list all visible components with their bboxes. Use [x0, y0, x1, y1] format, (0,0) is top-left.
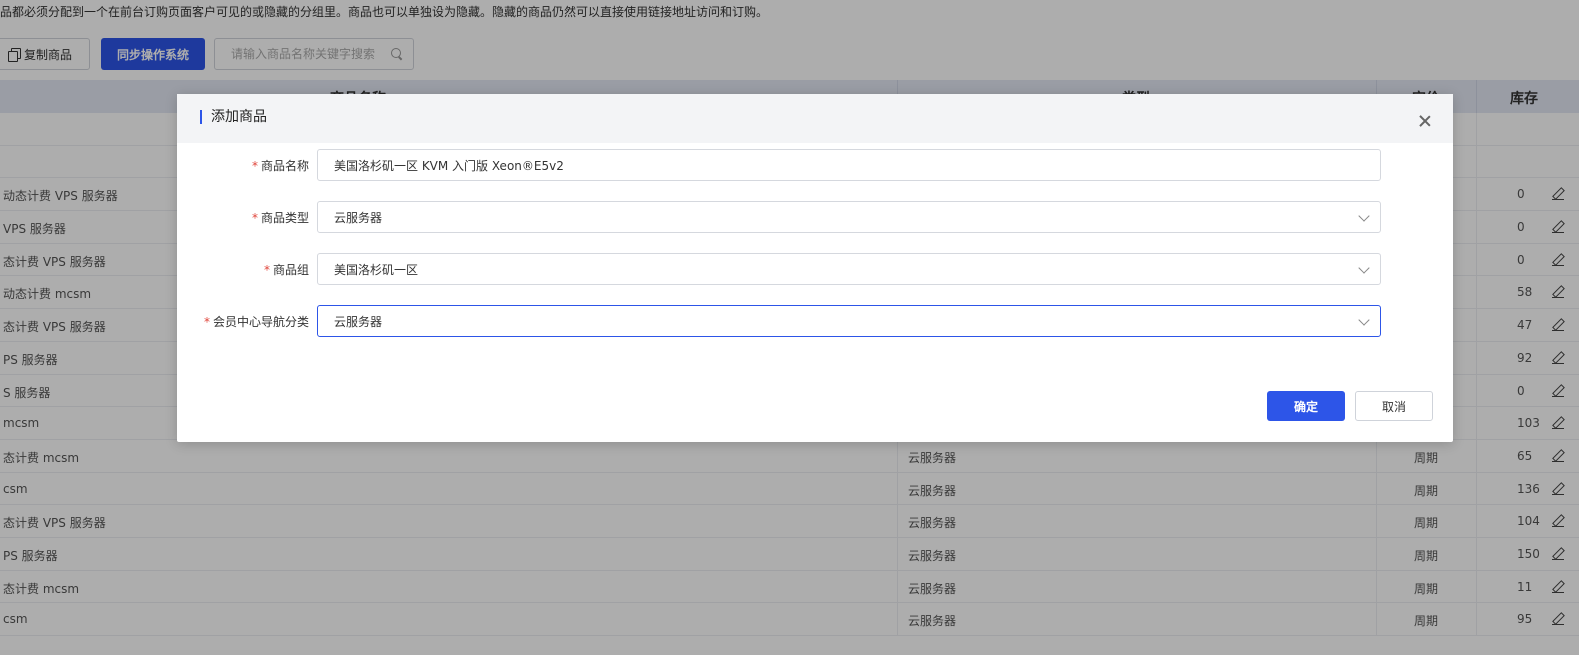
chevron-down-icon[interactable] — [1358, 262, 1370, 274]
add-product-dialog: 添加商品 * 商品名称 美国洛杉矶一区 KVM 入门版 Xeon®E5v2 * 商品… — [177, 94, 1453, 442]
product-group-value: 美国洛杉矶一区 — [334, 262, 419, 277]
form-row-nav-category: * 会员中心导航分类 云服务器 — [177, 305, 1453, 337]
product-type-label: * 商品类型 — [251, 211, 309, 225]
product-type-value: 云服务器 — [334, 210, 383, 225]
close-icon[interactable] — [1419, 115, 1431, 127]
nav-category-select[interactable]: 云服务器 — [317, 305, 1381, 337]
product-group-select[interactable]: 美国洛杉矶一区 — [317, 253, 1381, 285]
required-mark: * — [263, 263, 270, 277]
cancel-button[interactable]: 取消 — [1355, 391, 1433, 421]
form-row-product-type: * 商品类型 云服务器 — [177, 201, 1453, 233]
form-row-product-group: * 商品组 美国洛杉矶一区 — [177, 253, 1453, 285]
chevron-down-icon[interactable] — [1358, 314, 1370, 326]
product-name-label: * 商品名称 — [251, 159, 309, 173]
product-group-label: * 商品组 — [263, 263, 309, 277]
confirm-button[interactable]: 确定 — [1267, 391, 1345, 421]
form-row-product-name: * 商品名称 美国洛杉矶一区 KVM 入门版 Xeon®E5v2 — [177, 149, 1453, 181]
dialog-header: 添加商品 — [177, 94, 1453, 143]
chevron-down-icon[interactable] — [1358, 210, 1370, 222]
nav-category-value: 云服务器 — [334, 314, 383, 329]
required-mark: * — [251, 159, 258, 173]
nav-category-label: * 会员中心导航分类 — [203, 315, 309, 329]
product-name-input[interactable]: 美国洛杉矶一区 KVM 入门版 Xeon®E5v2 — [317, 149, 1381, 181]
product-type-select[interactable]: 云服务器 — [317, 201, 1381, 233]
required-mark: * — [251, 211, 258, 225]
dialog-title: 添加商品 — [200, 110, 267, 124]
required-mark: * — [203, 315, 210, 329]
